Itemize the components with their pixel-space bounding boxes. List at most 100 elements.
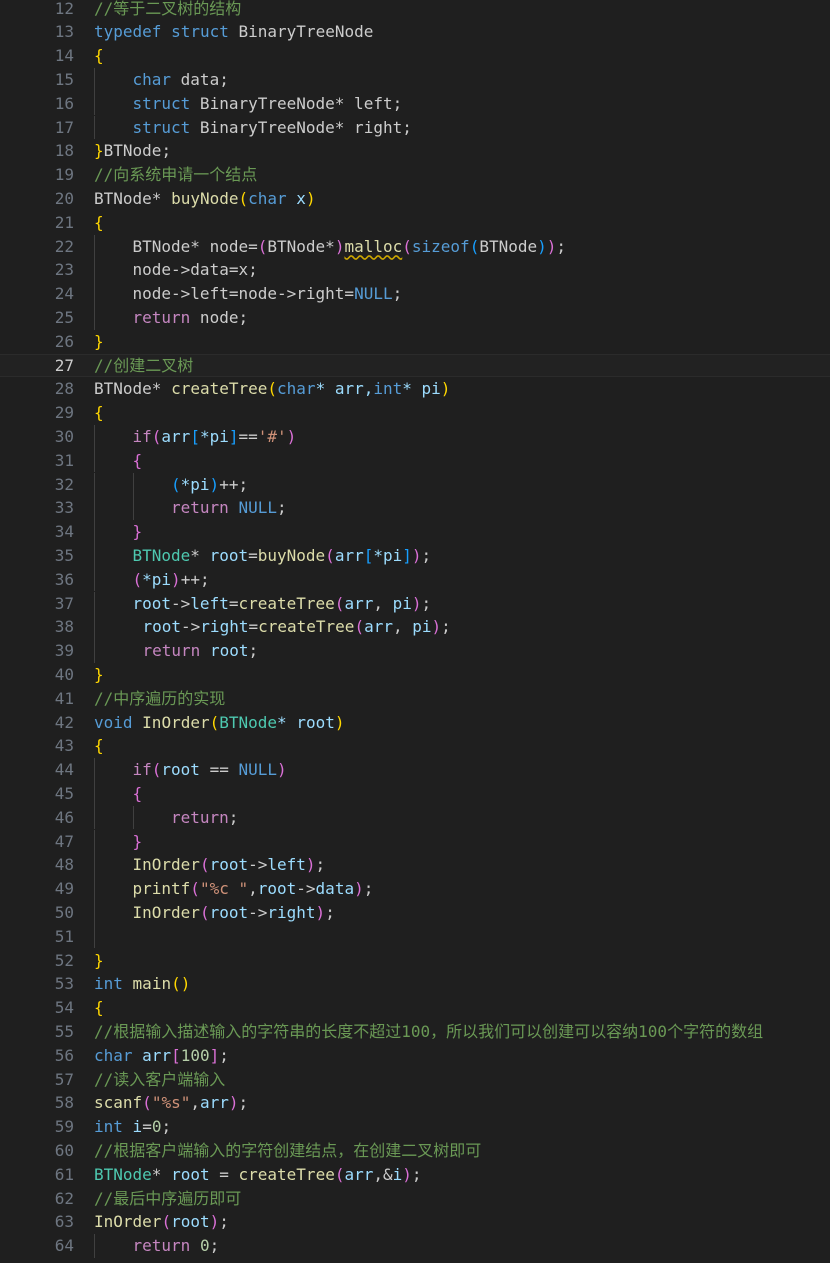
code-token: * [190,545,210,565]
code-line[interactable]: 45 { [0,781,830,806]
code-line[interactable]: 39 return root; [0,639,830,663]
code-line[interactable]: 44 if(root == NULL) [0,758,830,782]
line-number: 31 [54,450,74,470]
code-token: NULL [238,760,277,780]
code-line[interactable]: 24 node->left=node->right=NULL; [0,282,830,306]
code-token: return [142,641,201,661]
code-line[interactable]: 40} [0,663,830,687]
code-line[interactable]: 16 struct BinaryTreeNode* left; [0,91,830,116]
code-token: InOrder [132,855,200,875]
code-token: ( [142,1093,152,1113]
code-token: ( [238,188,249,208]
code-text: //最后中序遍历即可 [94,1187,241,1211]
code-line[interactable]: 63 InOrder(root); [0,1210,830,1234]
code-line[interactable]: 47} [0,829,830,854]
code-line[interactable]: 22 BTNode* node=(BTNode*)malloc(sizeof(BT… [0,234,830,259]
code-token: ( [151,426,162,446]
indent-guide [94,567,95,592]
code-token: ; [411,1164,422,1184]
code-line[interactable]: 29 { [0,401,830,425]
code-line[interactable]: 56 char arr[100]; [0,1044,830,1068]
code-line[interactable]: 31 { [0,448,830,473]
code-token: struct [132,93,191,113]
code-line[interactable]: 38 root->right=createTree(arr, pi); [0,615,830,640]
code-token: ; [248,641,259,661]
code-line[interactable]: 30 if(arr[*pi]=='#') [0,424,830,449]
code-line[interactable]: 25 return node; [0,305,830,330]
code-line[interactable]: 14 { [0,44,830,68]
code-token: ( [199,855,210,875]
code-line[interactable]: 61 BTNode* root = createTree(arr,&i); [0,1163,830,1187]
code-token: ) [171,569,181,589]
code-token: ) [354,879,364,899]
code-token: data; [171,69,229,89]
code-line[interactable]: 57 //读入客户端输入 [0,1068,830,1092]
code-line[interactable]: 17 struct BinaryTreeNode* right; [0,115,830,140]
code-line[interactable]: 27 //创建二叉树 [0,353,830,378]
code-line[interactable]: 62 //最后中序遍历即可 [0,1187,830,1211]
code-line[interactable]: 49 printf("%c ",root->data); [0,877,830,901]
code-token: createTree [238,1164,335,1184]
code-line[interactable]: 58 scanf("%s",arr); [0,1091,830,1115]
code-line[interactable]: 60 //根据客户端输入的字符创建结点，在创建二叉树即可 [0,1139,830,1163]
code-line[interactable]: 35 BTNode* root=buyNode(arr[*pi]); [0,543,830,568]
code-line[interactable]: 13 typedef struct BinaryTreeNode [0,20,830,44]
code-text: } [94,330,104,354]
code-line[interactable]: 52} [0,949,830,973]
code-token: ) [440,379,451,399]
code-token: scanf [94,1093,143,1113]
code-text: BTNode* buyNode(char x) [94,187,316,211]
code-line[interactable]: 51 [0,924,830,949]
code-line[interactable]: 54 { [0,996,830,1020]
code-line[interactable]: 36 (*pi)++; [0,567,830,592]
line-number: 14 [54,46,74,66]
code-line[interactable]: 21 { [0,211,830,235]
code-token: char [94,1045,133,1065]
code-text: { [94,44,104,68]
line-number: 19 [54,165,74,185]
indent-guide [94,305,95,330]
code-line[interactable]: 23 node->data=x; [0,258,830,283]
code-line[interactable]: 34} [0,520,830,544]
code-line[interactable]: 26} [0,330,830,354]
indent-guide [94,615,95,640]
line-number: 26 [54,331,74,351]
code-line[interactable]: 19 //向系统申请一个结点 [0,163,830,187]
line-number: 56 [54,1045,74,1065]
code-token: return [132,1236,191,1256]
code-line[interactable]: 64 return 0; [0,1234,830,1258]
code-line[interactable]: 43 { [0,734,830,758]
code-line[interactable]: 53 int main() [0,972,830,996]
code-line[interactable]: 55 //根据输入描述输入的字符串的长度不超过100，所以我们可以创建可以容纳10… [0,1020,830,1044]
code-line[interactable]: 37 root->left=createTree(arr, pi); [0,591,830,616]
code-line[interactable]: 41 //中序遍历的实现 [0,687,830,711]
code-line[interactable]: 42 void InOrder(BTNode* root) [0,711,830,735]
code-editor[interactable]: 12 //等于二叉树的结构 13 typedef struct BinaryTreeN… [0,0,830,1263]
code-token: *pi [373,545,403,565]
code-line[interactable]: 59 int i=0; [0,1115,830,1139]
code-line[interactable]: 20 BTNode* buyNode(char x) [0,187,830,211]
code-line[interactable]: 65} [0,1258,830,1263]
code-line[interactable]: 15 char data; [0,67,830,92]
code-token: ) [209,1212,220,1232]
code-token: ( [257,236,268,256]
indent-guide [94,853,95,878]
code-token: buyNode [171,188,239,208]
code-text: return NULL; [171,496,287,520]
code-text: //读入客户端输入 [94,1068,225,1092]
code-line[interactable]: 28 BTNode* createTree(char* arr,int* pi) [0,377,830,401]
code-token: = [248,617,259,637]
code-line[interactable]: 48 InOrder(root->left); [0,853,830,878]
code-text: InOrder(root); [94,1210,229,1234]
code-token: * [151,379,172,399]
code-line[interactable]: 46 return; [0,805,830,830]
code-token: node->data=x; [132,260,258,280]
code-line[interactable]: 50 InOrder(root->right); [0,900,830,925]
code-line[interactable]: 18}BTNode; [0,139,830,163]
code-line[interactable]: 12 //等于二叉树的结构 [0,0,830,20]
code-line[interactable]: 33 return NULL; [0,496,830,521]
code-line[interactable]: 32 (*pi)++; [0,472,830,497]
